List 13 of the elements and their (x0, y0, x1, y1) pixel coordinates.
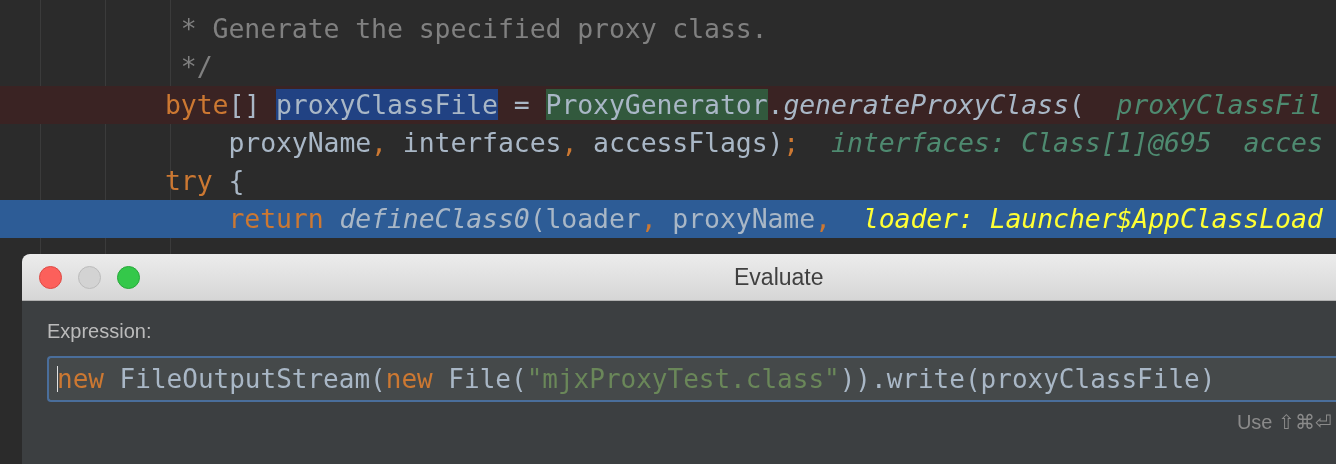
expression-label: Expression: (47, 320, 152, 343)
window-title: Evaluate (734, 264, 824, 291)
code-line: proxyName, interfaces, accessFlags); interfaces: Class[1]@695 acces (227, 127, 1323, 158)
zoom-button[interactable] (117, 265, 140, 289)
minimize-button[interactable] (78, 265, 101, 289)
code-line: * Generate the specified proxy class. (179, 13, 768, 44)
code-line: return defineClass0(loader, proxyName, loader: Launcher$AppClassLoad (227, 203, 1323, 234)
expression-field[interactable]: new FileOutputStream(new File("mjxProxyTest.class")).write(proxyClassFile) (47, 356, 1336, 402)
close-button[interactable] (39, 265, 62, 289)
code-line: byte[] proxyClassFile = ProxyGenerator.generateProxyClass( proxyClassFil (165, 89, 1323, 120)
code-line: try { (165, 165, 245, 196)
shortcut-hint: Use ⇧⌘⏎ (1236, 410, 1332, 434)
code-line: */ (179, 51, 213, 82)
